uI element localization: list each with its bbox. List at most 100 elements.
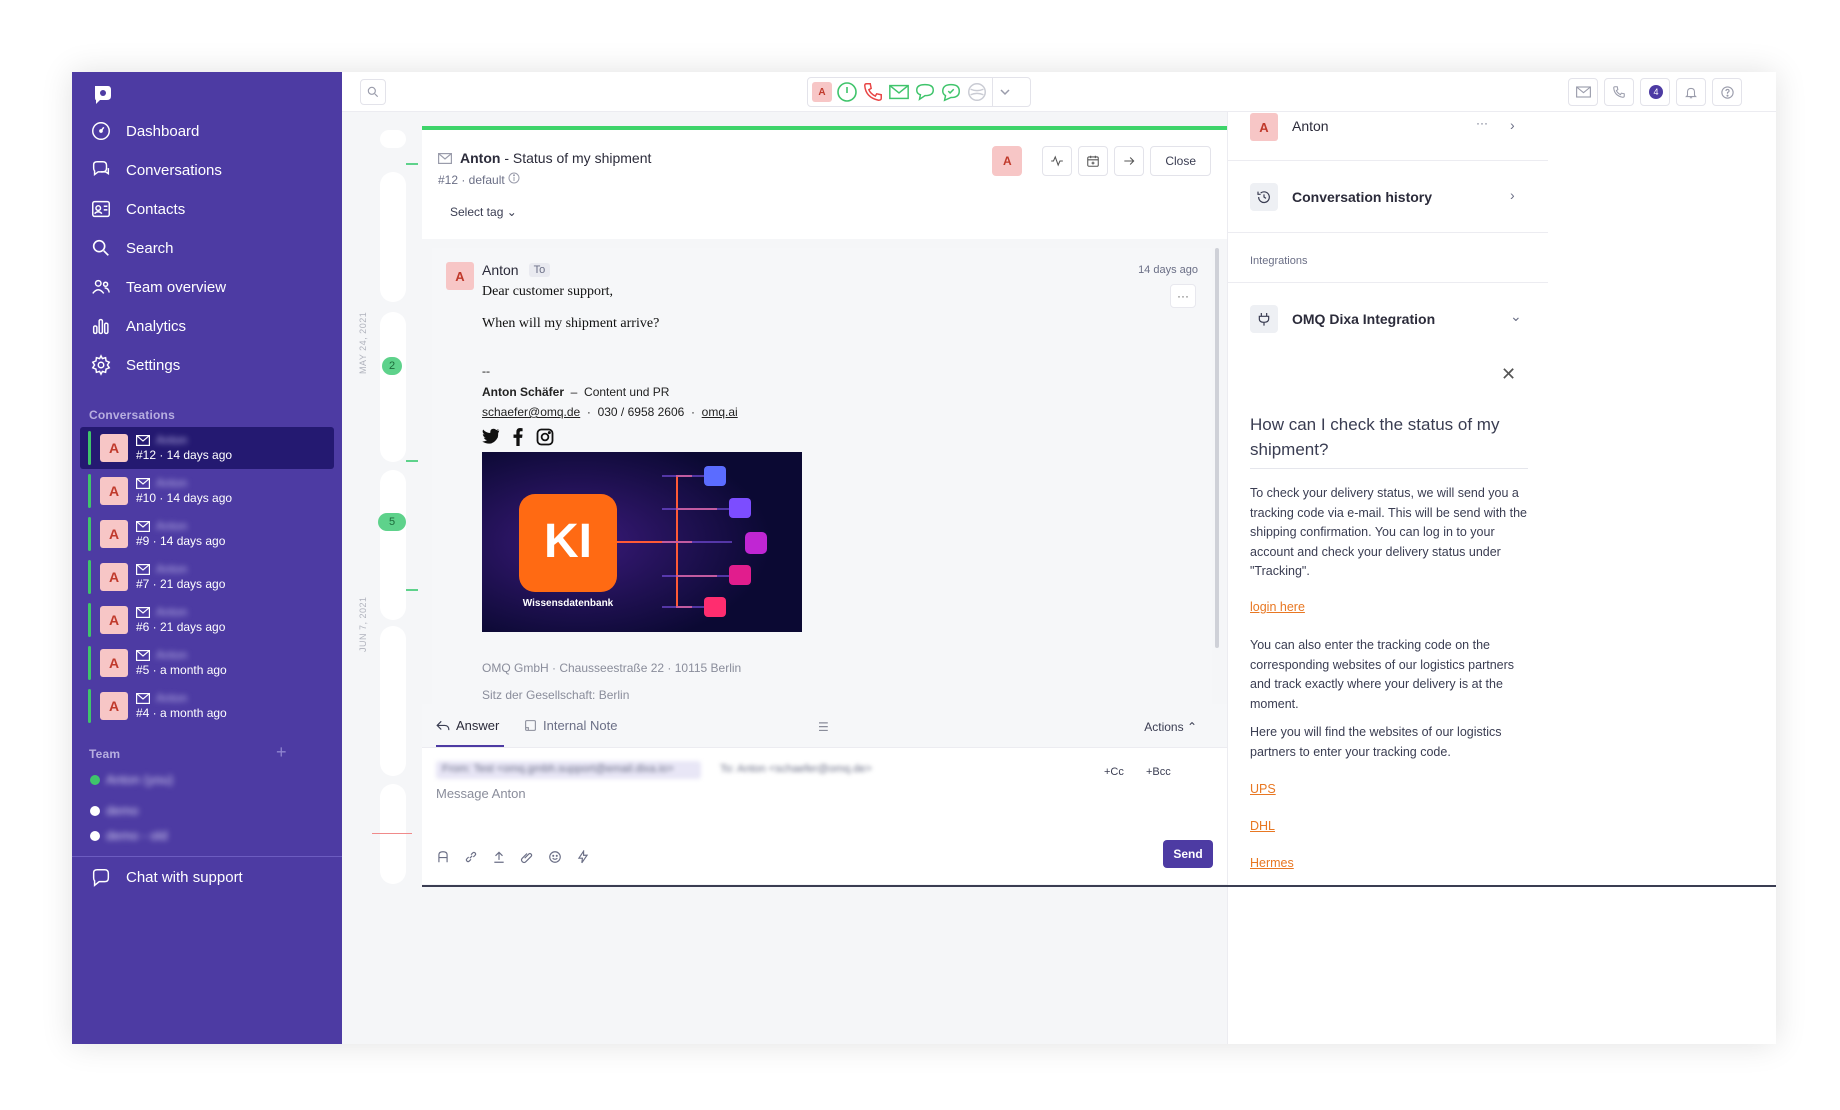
- nav-settings[interactable]: Settings: [90, 350, 180, 380]
- add-team-member-icon[interactable]: +: [276, 742, 287, 763]
- timeline-segment[interactable]: [380, 312, 406, 462]
- conversation-panel: Anton - Status of my shipment #12 · defa…: [422, 126, 1227, 1044]
- info-icon[interactable]: [508, 172, 520, 184]
- attachment-icon[interactable]: [520, 850, 534, 864]
- team-member[interactable]: Anton (you): [90, 772, 173, 787]
- conversation-list-item[interactable]: A Anton #9 · 14 days ago: [80, 513, 334, 555]
- message-input[interactable]: Message Anton: [436, 786, 526, 801]
- instagram-icon[interactable]: [536, 428, 554, 446]
- conversation-list-item[interactable]: A Anton #4 · a month ago: [80, 685, 334, 727]
- conversation-list-item[interactable]: A Anton #7 · 21 days ago: [80, 556, 334, 598]
- lightning-icon[interactable]: [576, 850, 590, 864]
- twitter-icon[interactable]: [482, 428, 500, 444]
- actions-dropdown[interactable]: Actions ⌃: [1144, 720, 1197, 734]
- facebook-icon[interactable]: [512, 428, 524, 446]
- text-format-icon[interactable]: [436, 850, 450, 864]
- status-bar: [88, 689, 91, 723]
- signature-website-link[interactable]: omq.ai: [702, 405, 738, 419]
- chat-with-support-button[interactable]: Chat with support: [72, 856, 342, 898]
- emoji-icon[interactable]: [548, 850, 562, 864]
- resize-handle-icon[interactable]: ☰: [818, 720, 829, 734]
- assignee-avatar-button[interactable]: A: [992, 146, 1023, 176]
- signature-phone: 030 / 6958 2606: [597, 405, 685, 419]
- timeline-segment[interactable]: [380, 172, 406, 302]
- add-bcc-button[interactable]: +Bcc: [1146, 766, 1171, 778]
- social-channel-icon[interactable]: [966, 81, 988, 103]
- conversation-list-item[interactable]: A Anton #6 · 21 days ago: [80, 599, 334, 641]
- availability-icon[interactable]: [836, 81, 858, 103]
- channel-status-bar[interactable]: A: [807, 77, 1031, 107]
- message-more-button[interactable]: ···: [1170, 284, 1196, 308]
- activity-button[interactable]: [1042, 146, 1073, 176]
- notifications-counter-button[interactable]: 4: [1640, 78, 1670, 106]
- select-tag-dropdown[interactable]: Select tag ⌄: [450, 205, 517, 219]
- scrollbar-thumb[interactable]: [1215, 248, 1219, 648]
- conversation-list-item[interactable]: A Anton #5 · a month ago: [80, 642, 334, 684]
- calls-button[interactable]: [1604, 78, 1634, 106]
- nav-dashboard[interactable]: Dashboard: [90, 116, 199, 146]
- timeline-segment[interactable]: [380, 784, 406, 884]
- nav-team-overview[interactable]: Team overview: [90, 272, 226, 302]
- link-icon[interactable]: [464, 850, 478, 864]
- bell-button[interactable]: [1676, 78, 1706, 106]
- timeline-count-badge[interactable]: 5: [378, 513, 406, 531]
- login-link[interactable]: login here: [1250, 600, 1305, 614]
- nav-conversations[interactable]: Conversations: [90, 155, 222, 185]
- conversation-list-item[interactable]: A Anton #10 · 14 days ago: [80, 470, 334, 512]
- signature-email-link[interactable]: schaefer@omq.de: [482, 405, 580, 419]
- close-conversation-button[interactable]: Close: [1150, 146, 1211, 176]
- contact-row[interactable]: A Anton ··· ›: [1228, 112, 1548, 148]
- nav-search[interactable]: Search: [90, 233, 174, 263]
- chevron-down-icon[interactable]: [997, 84, 1013, 100]
- conversation-meta: #6 · 21 days ago: [136, 620, 226, 634]
- close-icon[interactable]: ✕: [1501, 364, 1516, 385]
- ups-link[interactable]: UPS: [1250, 782, 1276, 796]
- app-logo-icon[interactable]: [90, 82, 114, 106]
- divider: [1228, 282, 1548, 283]
- chevron-right-icon[interactable]: ›: [1510, 117, 1515, 133]
- chevron-right-icon: ›: [1510, 187, 1515, 203]
- timeline-segment[interactable]: [380, 626, 406, 776]
- nav-contacts[interactable]: Contacts: [90, 194, 185, 224]
- to-badge[interactable]: To: [528, 263, 551, 277]
- timeline-date: JUN 7, 2021: [358, 596, 368, 652]
- timeline-segment[interactable]: [380, 470, 406, 620]
- to-field[interactable]: To: Anton <schaefer@omq.de>: [720, 763, 872, 775]
- signature-banner-image: KI Wissensdatenbank: [482, 452, 802, 632]
- snooze-button[interactable]: [1078, 146, 1109, 176]
- team-member[interactable]: demo - old: [90, 828, 167, 843]
- phone-icon[interactable]: [862, 81, 884, 103]
- hermes-link[interactable]: Hermes: [1250, 856, 1294, 870]
- transfer-button[interactable]: [1114, 146, 1145, 176]
- timeline-segment[interactable]: [380, 130, 406, 148]
- avatar: A: [1250, 113, 1278, 141]
- conversation-history-row[interactable]: Conversation history ›: [1228, 182, 1548, 212]
- plug-icon: [1258, 313, 1270, 326]
- upload-icon[interactable]: [492, 850, 506, 864]
- nav-analytics[interactable]: Analytics: [90, 311, 186, 341]
- send-button[interactable]: Send: [1163, 840, 1213, 868]
- nav-label: Team overview: [126, 278, 227, 296]
- tab-internal-note[interactable]: Internal Note: [524, 718, 617, 733]
- email-channel-icon[interactable]: [888, 81, 910, 103]
- messaging-channel-icon[interactable]: [940, 81, 962, 103]
- conversation-name: Anton: [156, 562, 188, 576]
- conversation-list-item[interactable]: A Anton #12 · 14 days ago: [80, 427, 334, 469]
- chat-channel-icon[interactable]: [914, 81, 936, 103]
- contact-name[interactable]: Anton: [460, 150, 500, 166]
- timeline-count-badge[interactable]: 2: [382, 357, 402, 375]
- team-member[interactable]: demo: [90, 803, 139, 818]
- add-cc-button[interactable]: +Cc: [1104, 766, 1124, 778]
- global-search-button[interactable]: [360, 79, 386, 105]
- bell-icon: [1685, 87, 1697, 98]
- integration-row[interactable]: OMQ Dixa Integration ⌄: [1228, 304, 1548, 334]
- more-options-icon[interactable]: ···: [1476, 116, 1488, 130]
- from-field[interactable]: From: Test <omq.gmbh.support@email.dixa.…: [436, 761, 701, 779]
- help-button[interactable]: [1712, 78, 1742, 106]
- dhl-link[interactable]: DHL: [1250, 819, 1275, 833]
- inbox-button[interactable]: [1568, 78, 1598, 106]
- timeline-tick: [406, 589, 418, 591]
- conversation-meta: #4 · a month ago: [136, 706, 227, 720]
- tab-answer[interactable]: Answer: [436, 718, 499, 733]
- message-scrollbar[interactable]: [1213, 248, 1221, 648]
